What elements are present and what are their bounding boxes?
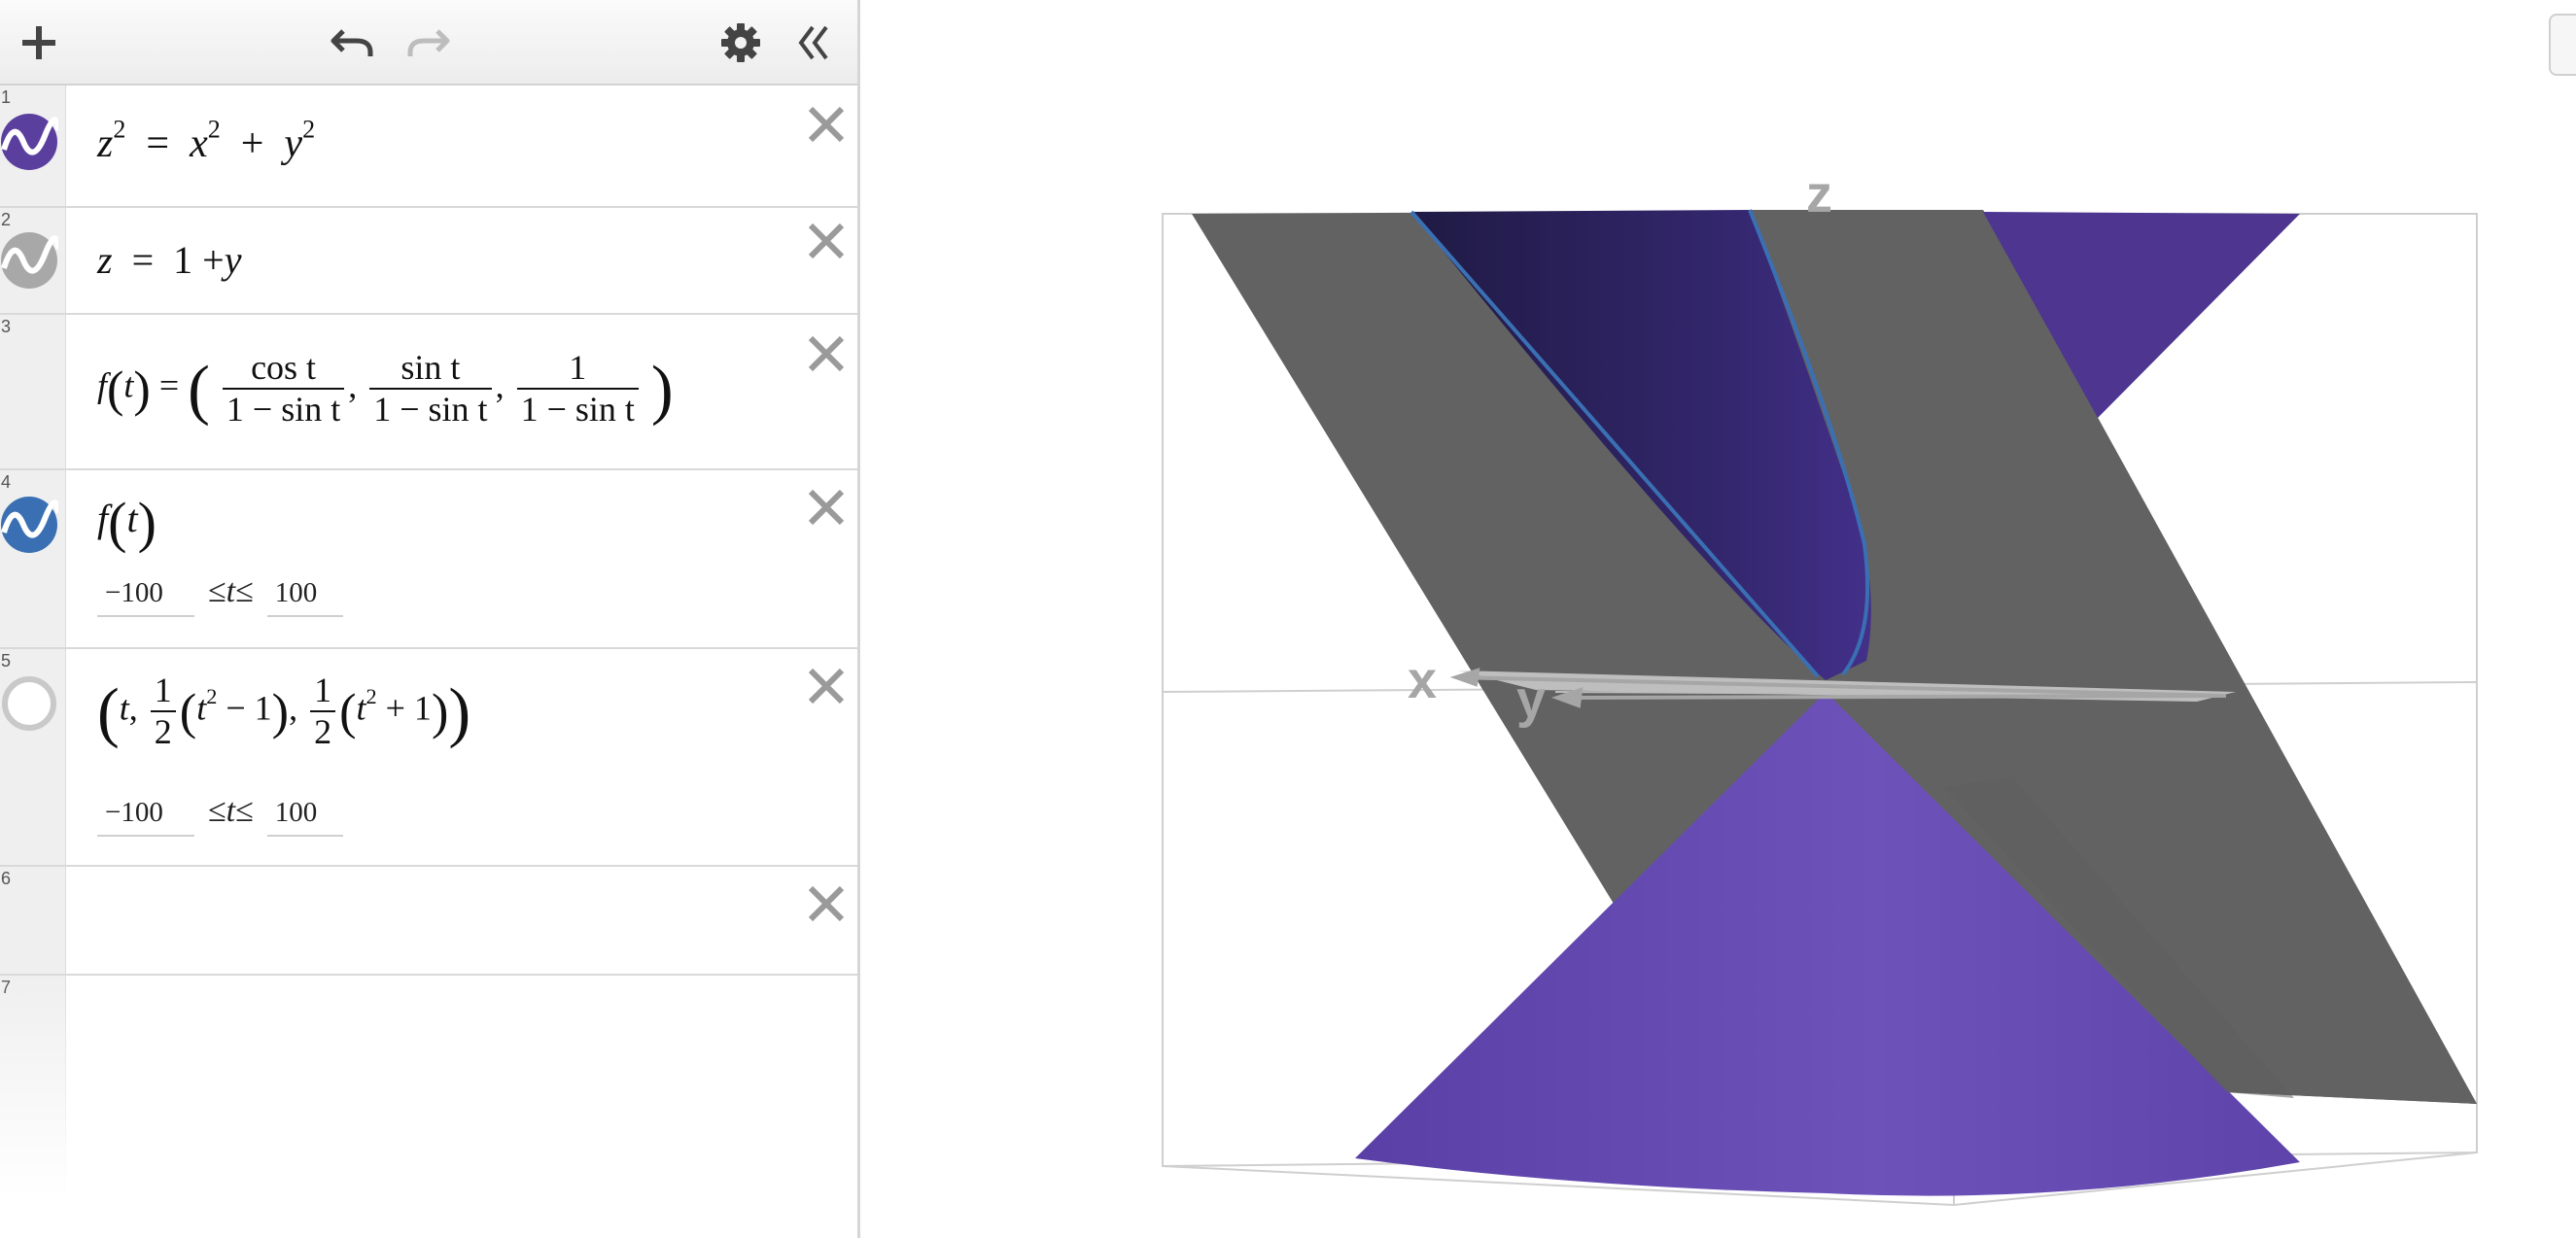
- settings-button[interactable]: [712, 14, 770, 72]
- wave-icon[interactable]: [0, 231, 58, 290]
- close-icon[interactable]: [803, 484, 850, 531]
- domain-min-input[interactable]: −100: [97, 577, 194, 617]
- wave-icon[interactable]: [0, 113, 58, 171]
- close-icon[interactable]: [803, 880, 850, 927]
- expression-math[interactable]: z = 1 +y: [97, 237, 241, 283]
- undo-button[interactable]: [324, 14, 382, 72]
- graph-settings-edge-button[interactable]: [2549, 14, 2576, 76]
- fraction-denominator: 1 − sin t: [226, 390, 341, 430]
- expression-row-5[interactable]: 5 (t, 1 2 (t2 − 1), 1 2 (t2 + 1)) −100 ≤t≤ 100: [0, 649, 857, 867]
- fraction-numerator: sin t: [369, 348, 492, 391]
- domain-max-input[interactable]: 100: [266, 797, 343, 837]
- gear-icon: [721, 23, 760, 62]
- expression-row-6[interactable]: 6: [0, 867, 857, 976]
- expression-math[interactable]: (t, 1 2 (t2 − 1), 1 2 (t2 + 1)): [97, 671, 470, 753]
- z-axis-label: z: [1806, 165, 1832, 224]
- domain-max-input[interactable]: 100: [266, 577, 343, 617]
- fraction-denominator: 2: [154, 712, 172, 752]
- graph-canvas-3d[interactable]: x y z: [863, 0, 2576, 1238]
- wave-icon[interactable]: [0, 496, 58, 554]
- row-number: 1: [1, 87, 12, 107]
- gutter-fade: [0, 972, 68, 1238]
- expression-row-3[interactable]: 3 f(t) = ( cos t1 − sin t, sin t1 − sin …: [0, 315, 857, 470]
- x-axis-label: x: [1408, 651, 1437, 709]
- close-icon[interactable]: [803, 330, 850, 377]
- expression-row-1[interactable]: 1 z2 = x2 + y2: [0, 86, 857, 208]
- redo-button[interactable]: [399, 14, 457, 72]
- add-expression-button[interactable]: [10, 14, 68, 72]
- hidden-circle-icon[interactable]: [0, 674, 58, 733]
- fraction-denominator: 2: [314, 712, 332, 752]
- fraction-numerator: 1: [150, 671, 176, 713]
- expression-row-4[interactable]: 4 f(t) −100 ≤t≤ 100: [0, 470, 857, 649]
- fraction-numerator: 1: [516, 348, 639, 391]
- undo-icon: [331, 29, 373, 56]
- expression-math[interactable]: f(t) = ( cos t1 − sin t, sin t1 − sin t,…: [97, 348, 674, 430]
- plus-icon: [22, 26, 55, 59]
- collapse-panel-button[interactable]: [785, 14, 844, 72]
- toolbar: [0, 0, 857, 86]
- fraction-numerator: 1: [310, 671, 336, 713]
- expression-panel: 1 z2 = x2 + y2 2 z = 1 +y 3 f(t) = (cos…: [0, 0, 860, 1238]
- double-chevron-left-icon: [798, 25, 828, 60]
- row-number: 2: [1, 210, 12, 229]
- row-number: 4: [1, 472, 12, 492]
- row-number: 3: [1, 317, 12, 336]
- expression-math[interactable]: z2 = x2 + y2: [97, 117, 315, 167]
- expression-math[interactable]: f(t): [97, 494, 157, 550]
- parametric-domain: −100 ≤t≤ 100: [97, 573, 343, 617]
- row-number: 5: [1, 651, 12, 671]
- fraction-denominator: 1 − sin t: [373, 390, 488, 430]
- close-icon[interactable]: [803, 101, 850, 148]
- y-axis-label: y: [1516, 671, 1546, 729]
- fraction-numerator: cos t: [222, 348, 345, 391]
- fraction-denominator: 1 − sin t: [520, 390, 635, 430]
- close-icon[interactable]: [803, 218, 850, 264]
- close-icon[interactable]: [803, 663, 850, 709]
- domain-min-input[interactable]: −100: [97, 797, 194, 837]
- row-number: 6: [1, 869, 12, 888]
- redo-icon: [407, 29, 450, 56]
- expression-row-7[interactable]: 7: [0, 976, 857, 1238]
- expression-row-2[interactable]: 2 z = 1 +y: [0, 208, 857, 315]
- parametric-domain: −100 ≤t≤ 100: [97, 793, 343, 837]
